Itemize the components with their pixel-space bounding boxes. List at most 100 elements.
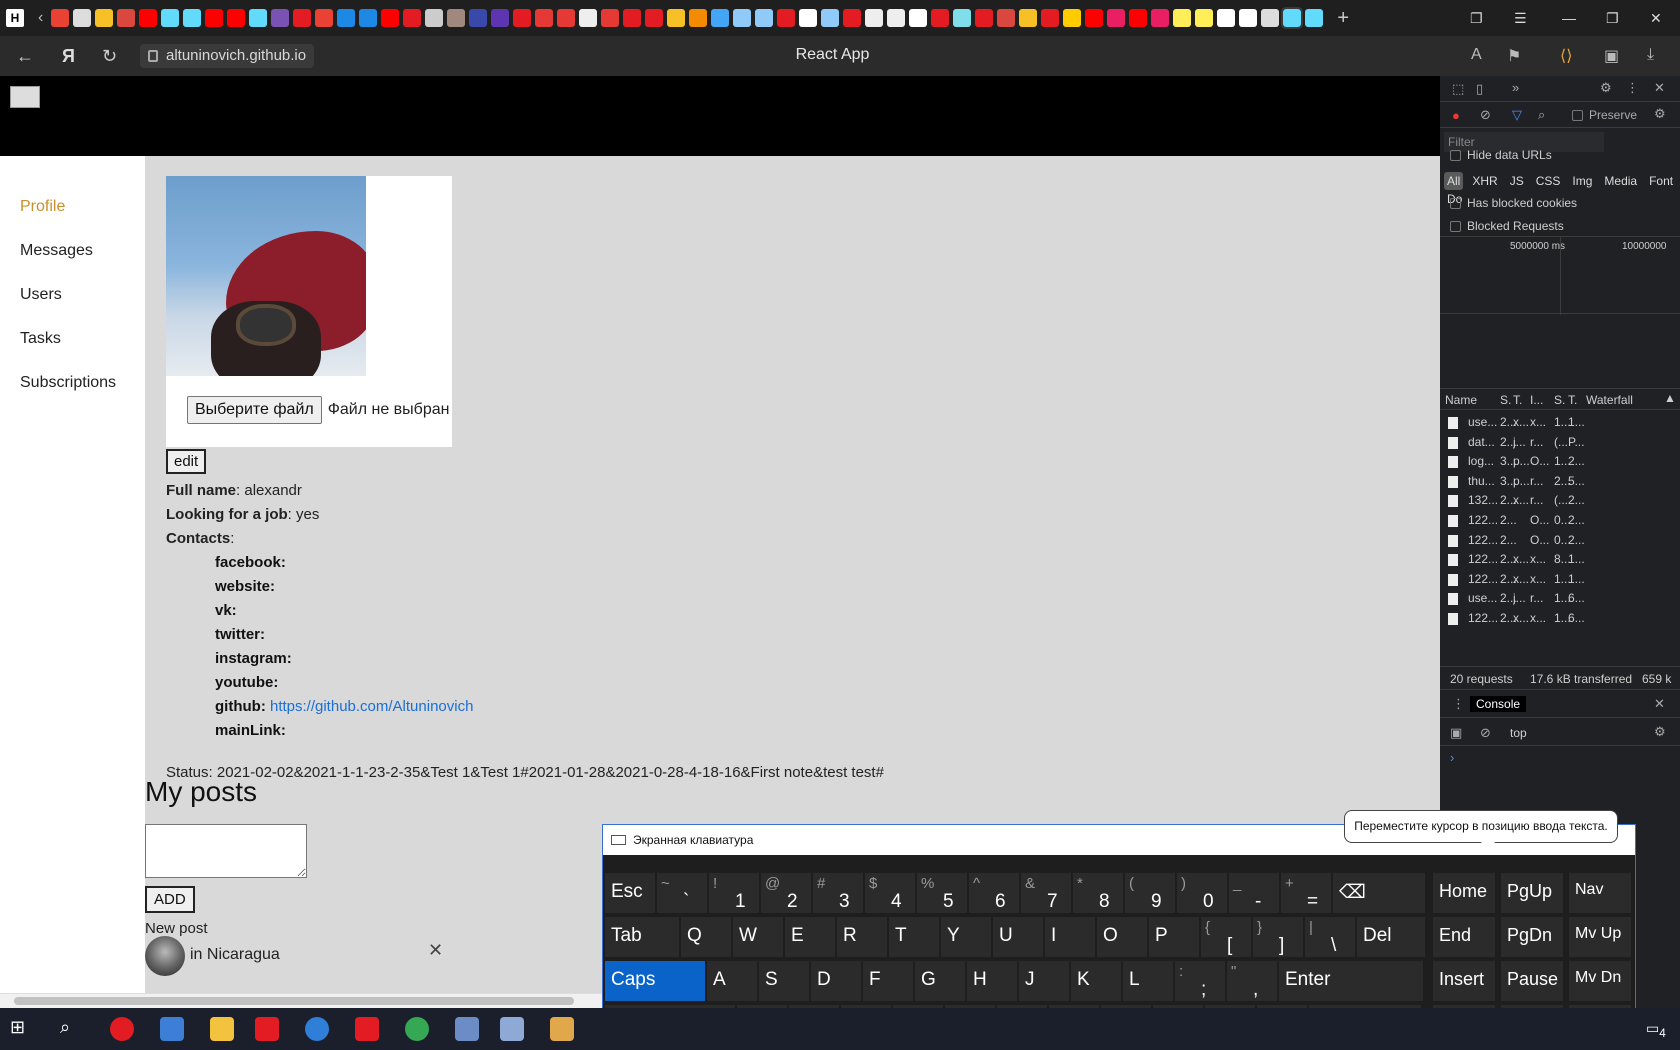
drawer-menu-icon[interactable]: ⋮ — [1452, 696, 1465, 712]
osk-key[interactable]: ⌫ — [1333, 873, 1425, 913]
sidebar-toggle-icon[interactable]: ▣ — [1450, 725, 1462, 741]
bookmarks-icon[interactable]: ❐ — [1470, 0, 1483, 36]
translate-icon[interactable]: A — [1471, 46, 1482, 64]
react-icon[interactable] — [1281, 7, 1304, 29]
gmail-icon[interactable] — [997, 9, 1016, 27]
github-icon[interactable] — [73, 9, 92, 27]
osk-key[interactable]: R — [837, 917, 887, 957]
osk-nav-key[interactable]: Mv Up — [1569, 917, 1631, 957]
red-arrow-icon[interactable] — [557, 9, 576, 27]
more-tabs-icon[interactable]: » — [1512, 80, 1519, 95]
edit-button[interactable]: edit — [166, 449, 207, 474]
yandex-icon[interactable] — [1041, 9, 1060, 27]
sort-icon[interactable]: ▲ — [1664, 391, 1676, 405]
close-drawer-icon[interactable]: ✕ — [1654, 696, 1665, 712]
network-row[interactable]: log... 3... p... O... 1... 2... — [1440, 451, 1680, 472]
osk-key[interactable]: K — [1071, 961, 1121, 1001]
yandex-icon[interactable] — [255, 1017, 279, 1041]
osk-key[interactable]: }] — [1253, 917, 1303, 957]
preserve-log[interactable]: Preserve — [1572, 108, 1637, 122]
store-icon[interactable] — [160, 1017, 184, 1041]
sidebar-item-tasks[interactable]: Tasks — [20, 330, 61, 348]
chart-icon[interactable] — [667, 9, 686, 27]
wave-icon[interactable] — [953, 9, 972, 27]
type-media[interactable]: Media — [1601, 172, 1640, 190]
osk-nav-key[interactable]: Nav — [1569, 873, 1631, 913]
yandex-browser-icon[interactable] — [110, 1017, 134, 1041]
osk-nav-key[interactable]: Insert — [1433, 961, 1495, 1001]
pink-icon[interactable] — [1107, 9, 1126, 27]
osk-key[interactable]: {[ — [1201, 917, 1251, 957]
add-post-button[interactable]: ADD — [145, 886, 195, 913]
windows-start-icon[interactable]: ⊞ — [10, 1017, 34, 1041]
youtube-icon[interactable] — [1129, 9, 1148, 27]
osk-nav-key[interactable]: End — [1433, 917, 1495, 957]
osk-key[interactable]: $4 — [865, 873, 915, 913]
grid-icon[interactable] — [491, 9, 510, 27]
white-circle-icon[interactable] — [909, 9, 928, 27]
remote-desktop-icon[interactable] — [500, 1017, 524, 1041]
tabs-scroll-left-icon[interactable]: ‹ — [38, 9, 43, 27]
network-row[interactable]: 122... 2... x... x... 8... 1... — [1440, 549, 1680, 570]
download-icon[interactable]: ⤓ — [1647, 46, 1654, 64]
yandex-icon[interactable] — [931, 9, 950, 27]
yandex-icon[interactable] — [843, 9, 862, 27]
close-devtools-icon[interactable]: ✕ — [1654, 80, 1665, 96]
blocked-requests[interactable]: Blocked Requests — [1450, 219, 1680, 233]
play-icon[interactable] — [1063, 9, 1082, 27]
osk-key[interactable]: E — [785, 917, 835, 957]
yellow-folder-icon[interactable] — [95, 9, 114, 27]
bookmark-icon[interactable] — [1019, 9, 1038, 27]
youtube-icon[interactable] — [227, 9, 246, 27]
device-toggle-icon[interactable]: ▯ — [1476, 81, 1483, 97]
osk-key[interactable]: A — [707, 961, 757, 1001]
yandex-icon[interactable] — [513, 9, 532, 27]
osk-nav-key[interactable]: Mv Dn — [1569, 961, 1631, 1001]
doc-icon[interactable] — [579, 9, 598, 27]
osk-key[interactable]: (9 — [1125, 873, 1175, 913]
osk-nav-key[interactable]: Pause — [1501, 961, 1563, 1001]
osk-key[interactable]: ) 0 — [1177, 873, 1227, 913]
paint-icon[interactable] — [550, 1017, 574, 1041]
clear-console-icon[interactable]: ⊘ — [1480, 725, 1491, 741]
console-prompt-icon[interactable]: › — [1450, 750, 1454, 765]
osk-key[interactable]: & 7 — [1021, 873, 1071, 913]
osk-key[interactable]: Enter — [1279, 961, 1423, 1001]
maps-pin-icon[interactable] — [315, 9, 334, 27]
osk-key[interactable]: ! 1 — [709, 873, 759, 913]
sidebar-item-messages[interactable]: Messages — [20, 242, 93, 260]
restore-icon[interactable]: ❐ — [1606, 0, 1619, 36]
react-icon[interactable] — [1305, 9, 1324, 27]
yandex-icon[interactable] — [403, 9, 422, 27]
choose-file-button[interactable]: Выберите файл — [187, 396, 322, 424]
network-row[interactable]: use... 2... x... x... 1... 1... — [1440, 412, 1680, 433]
clock-icon[interactable] — [1239, 9, 1258, 27]
yandex-icon[interactable] — [623, 9, 642, 27]
osk-key[interactable]: L — [1123, 961, 1173, 1001]
osk-key[interactable]: S — [759, 961, 809, 1001]
sapphire-icon[interactable] — [359, 9, 378, 27]
kebab-menu-icon[interactable]: ⋮ — [1626, 80, 1639, 96]
scrollbar-thumb[interactable] — [14, 997, 574, 1005]
network-row[interactable]: 122... 2... x... x... 1... 1... — [1440, 569, 1680, 590]
type-xhr[interactable]: XHR — [1469, 172, 1500, 190]
circle-icon[interactable] — [469, 9, 488, 27]
osk-key[interactable]: Caps — [605, 961, 705, 1001]
sun-icon[interactable] — [821, 9, 840, 27]
box-icon[interactable] — [447, 9, 466, 27]
sidebar-item-subscriptions[interactable]: Subscriptions — [20, 374, 116, 392]
sidebar-item-profile[interactable]: Profile — [20, 198, 65, 216]
tab-console[interactable]: Console — [1470, 696, 1527, 712]
red-figure-icon[interactable] — [601, 9, 620, 27]
osk-key[interactable]: U — [993, 917, 1043, 957]
pause-icon[interactable] — [799, 9, 818, 27]
maps-pin-icon[interactable] — [51, 9, 70, 27]
network-settings-icon[interactable]: ⚙ — [1654, 106, 1666, 122]
has-blocked-cookies[interactable]: Has blocked cookies — [1450, 196, 1680, 210]
type-font[interactable]: Font — [1646, 172, 1676, 190]
red-arrow-icon[interactable] — [535, 9, 554, 27]
network-row[interactable]: 122... 2... O... 0... 2... — [1440, 530, 1680, 551]
osk-key[interactable]: G — [915, 961, 965, 1001]
type-css[interactable]: CSS — [1533, 172, 1564, 190]
type-img[interactable]: Img — [1569, 172, 1595, 190]
